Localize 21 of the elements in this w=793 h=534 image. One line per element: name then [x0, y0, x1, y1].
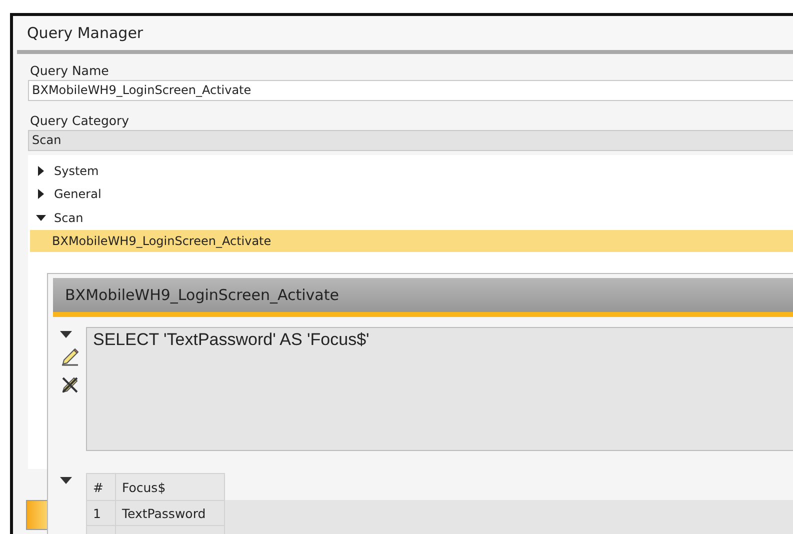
query-name-field[interactable]: BXMobileWH9_LoginScreen_Activate [28, 80, 793, 101]
collapse-arrow-icon[interactable] [60, 331, 72, 339]
field-label: Query Name [29, 62, 110, 80]
tree-item[interactable]: General [54, 187, 102, 202]
sql-editor[interactable]: SELECT 'TextPassword' AS 'Focus$' [86, 327, 793, 451]
collapse-arrow-icon[interactable] [60, 477, 72, 485]
expanded-arrow-icon[interactable] [36, 212, 46, 223]
collapsed-arrow-icon[interactable] [36, 189, 46, 200]
pencil-cross-icon[interactable] [60, 375, 80, 395]
table-cell: 1 [86, 500, 116, 526]
column-header: # [86, 474, 116, 500]
tree-item[interactable]: BXMobileWH9_LoginScreen_Activate [30, 230, 793, 252]
window-title: BXMobileWH9_LoginScreen_Activate [53, 278, 793, 317]
pencil-icon[interactable] [60, 347, 80, 367]
column-header: Focus$ [116, 474, 224, 500]
tree-item[interactable]: Scan [54, 210, 84, 225]
query-category-field[interactable]: Scan [28, 130, 793, 151]
table-cell: TextPassword [116, 500, 224, 526]
tree-item[interactable]: System [54, 164, 99, 178]
field-label: Query Category [29, 112, 130, 130]
collapsed-arrow-icon[interactable] [36, 166, 46, 176]
